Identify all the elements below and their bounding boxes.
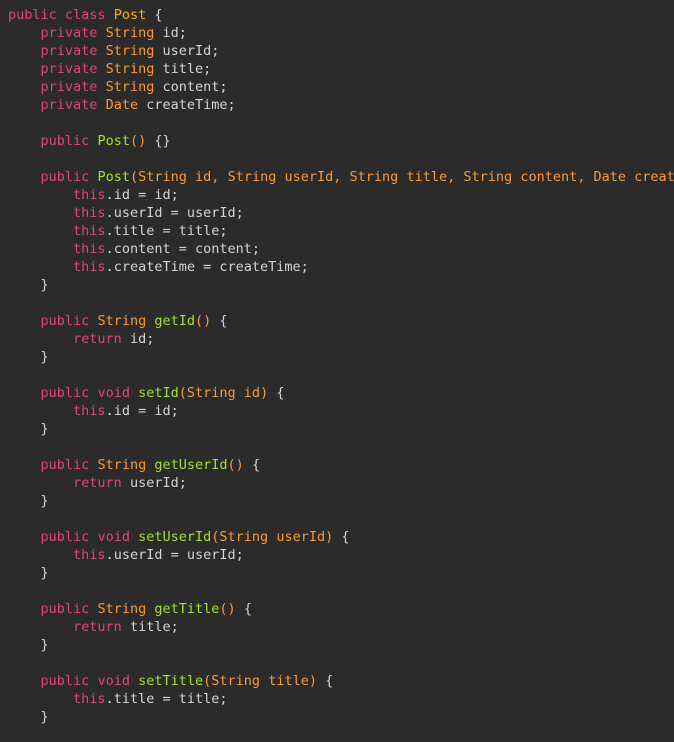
code-line: }	[40, 565, 49, 581]
code-line: public void setUserId(String userId) {	[40, 529, 350, 545]
code-editor[interactable]: public class Post { private String id; p…	[0, 0, 674, 742]
code-line: }	[40, 709, 49, 725]
code-line: this.content = content;	[73, 241, 261, 257]
code-line: public String getUserId() {	[40, 457, 261, 473]
code-line: private Date createTime;	[40, 97, 236, 113]
code-line: this.title = title;	[73, 691, 228, 707]
code-line: this.id = id;	[73, 403, 179, 419]
code-line: }	[40, 277, 49, 293]
code-line: return userId;	[73, 475, 187, 491]
code-line: public void setTitle(String title) {	[40, 673, 334, 689]
code-line: public String getId() {	[40, 313, 228, 329]
code-line: }	[40, 493, 49, 509]
code-line: return title;	[73, 619, 179, 635]
code-line: public class Post {	[8, 7, 163, 23]
code-line: private String id;	[40, 25, 187, 41]
code-line: }	[40, 349, 49, 365]
code-line: this.createTime = createTime;	[73, 259, 309, 275]
code-line: this.userId = userId;	[73, 547, 244, 563]
code-line: private String title;	[40, 61, 212, 77]
code-line: public void setId(String id) {	[40, 385, 285, 401]
code-line: this.userId = userId;	[73, 205, 244, 221]
code-line: }	[40, 421, 49, 437]
code-line: public Post(String id, String userId, St…	[40, 169, 674, 185]
code-line: private String content;	[40, 79, 228, 95]
code-line: this.id = id;	[73, 187, 179, 203]
code-line: public String getTitle() {	[40, 601, 252, 617]
code-line: }	[40, 637, 49, 653]
code-line: return id;	[73, 331, 155, 347]
code-block[interactable]: public class Post { private String id; p…	[8, 6, 674, 726]
code-line: private String userId;	[40, 43, 220, 59]
code-line: this.title = title;	[73, 223, 228, 239]
code-line: public Post() {}	[40, 133, 171, 149]
